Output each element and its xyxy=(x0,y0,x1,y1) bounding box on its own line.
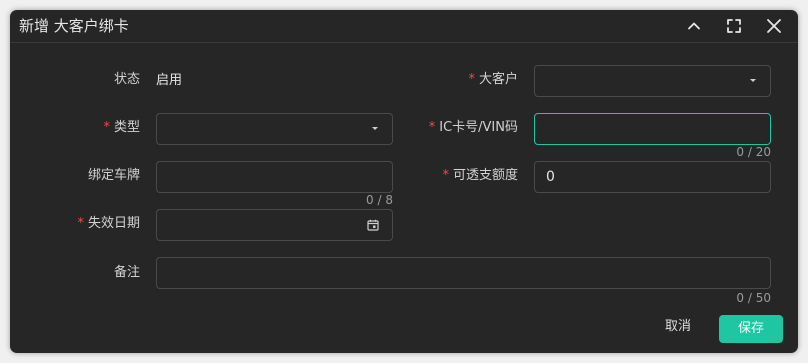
chevron-up-icon xyxy=(688,22,700,30)
close-button[interactable] xyxy=(764,16,784,36)
fullscreen-button[interactable] xyxy=(724,16,744,36)
required-mark: * xyxy=(442,168,449,183)
close-icon xyxy=(767,19,781,33)
plate-label: 绑定车牌 xyxy=(87,168,140,183)
required-mark: * xyxy=(103,120,110,135)
required-mark: * xyxy=(428,120,436,135)
ic-card-counter: 0 / 20 xyxy=(736,145,771,159)
dropdown-arrow-icon xyxy=(372,127,378,130)
required-mark: * xyxy=(468,72,475,87)
overdraft-input[interactable]: 0 xyxy=(534,161,771,193)
expiry-date-input[interactable] xyxy=(156,209,393,241)
calendar-icon[interactable] xyxy=(367,219,379,231)
dropdown-arrow-icon xyxy=(750,79,756,82)
customer-select[interactable] xyxy=(534,65,771,97)
cancel-button[interactable]: 取消 xyxy=(661,316,695,338)
plate-counter: 0 / 8 xyxy=(366,193,393,207)
type-select[interactable] xyxy=(156,113,393,145)
dialog-title: 新增 大客户绑卡 xyxy=(19,17,129,35)
collapse-button[interactable] xyxy=(684,16,704,36)
remark-label: 备注 xyxy=(113,265,140,280)
plate-input[interactable] xyxy=(156,161,393,193)
remark-counter: 0 / 50 xyxy=(736,291,771,305)
fullscreen-icon xyxy=(727,19,741,33)
overdraft-label: * 可透支额度 xyxy=(442,168,518,183)
customer-label: * 大客户 xyxy=(468,72,518,87)
dialog-header: 新增 大客户绑卡 xyxy=(10,10,798,43)
required-mark: * xyxy=(77,216,84,231)
ic-card-input[interactable] xyxy=(534,113,771,145)
expiry-label: * 失效日期 xyxy=(77,216,140,231)
status-label: 状态 xyxy=(113,72,140,87)
save-button[interactable]: 保存 xyxy=(719,315,783,343)
status-value: 启用 xyxy=(156,73,183,88)
type-label: * 类型 xyxy=(103,120,140,135)
remark-input[interactable] xyxy=(156,257,771,289)
ic-card-label: * IC卡号/VIN码 xyxy=(428,120,518,135)
add-customer-card-dialog: 新增 大客户绑卡 状态 启用 * 大客户 * 类型 * IC卡号/VIN码 0 … xyxy=(10,10,798,353)
